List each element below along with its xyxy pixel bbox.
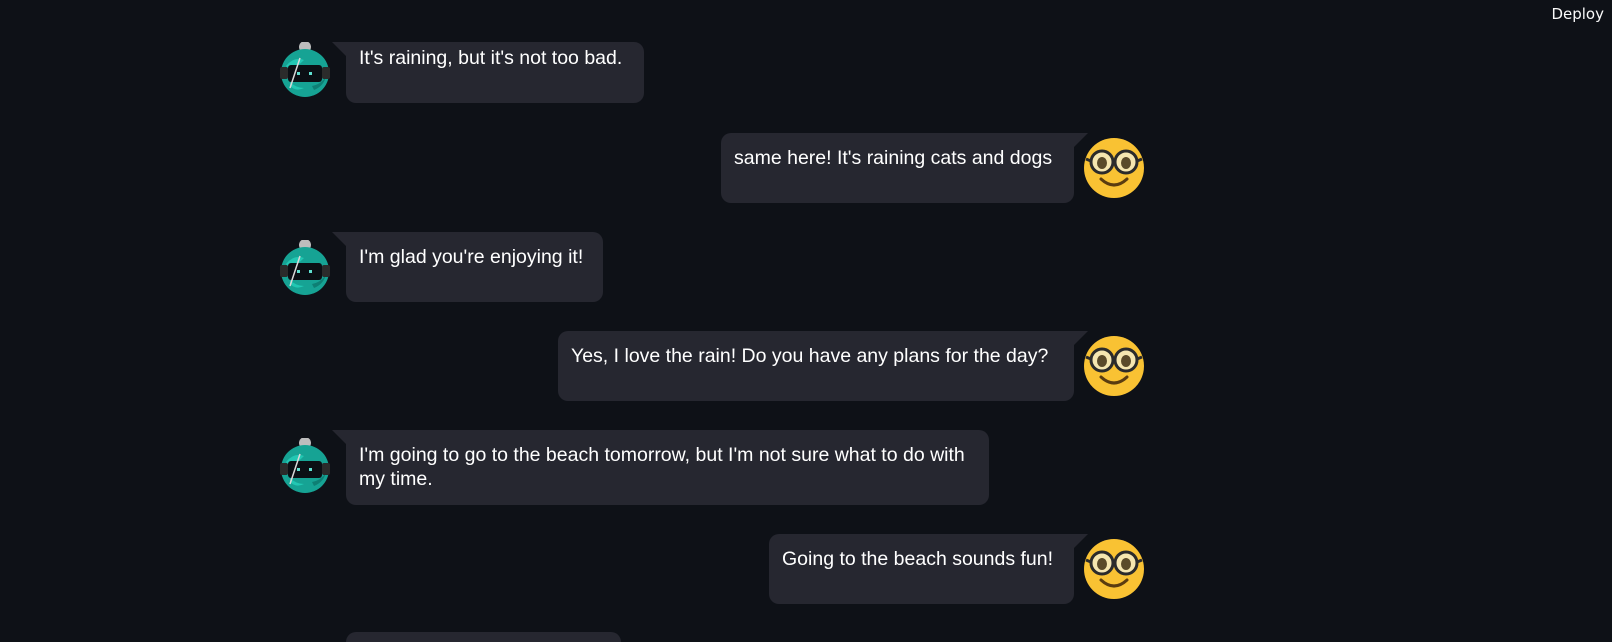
message-bubble: Going to the beach sounds fun! bbox=[769, 534, 1088, 604]
deploy-button[interactable]: Deploy bbox=[1551, 5, 1604, 23]
robot-icon bbox=[276, 41, 338, 104]
message-bubble: same here! It's raining cats and dogs bbox=[721, 133, 1088, 203]
message-bubble: I'm going to go to the beach tomorrow, b… bbox=[332, 430, 989, 505]
message-bubble: Yes, I love the rain! Do you have any pl… bbox=[558, 331, 1088, 401]
robot-icon bbox=[276, 437, 338, 500]
nerd-face-icon bbox=[1083, 538, 1145, 600]
message-text: Yes, I love the rain! Do you have any pl… bbox=[571, 345, 1049, 367]
nerd-face-icon bbox=[1083, 137, 1145, 199]
nerd-face-icon bbox=[1083, 335, 1145, 397]
message-bubble: I'm glad you're enjoying it! bbox=[332, 232, 603, 302]
message-text: I'm glad you're enjoying it! bbox=[359, 246, 584, 268]
message-text: same here! It's raining cats and dogs bbox=[734, 147, 1053, 169]
robot-icon bbox=[276, 239, 338, 302]
message-text: I'm going to go to the beach tomorrow, b… bbox=[359, 444, 965, 490]
message-text: It's raining, but it's not too bad. bbox=[359, 47, 623, 69]
message-bubble-partial bbox=[346, 632, 621, 642]
message-bubble: It's raining, but it's not too bad. bbox=[332, 42, 644, 103]
message-text: Going to the beach sounds fun! bbox=[782, 548, 1054, 570]
